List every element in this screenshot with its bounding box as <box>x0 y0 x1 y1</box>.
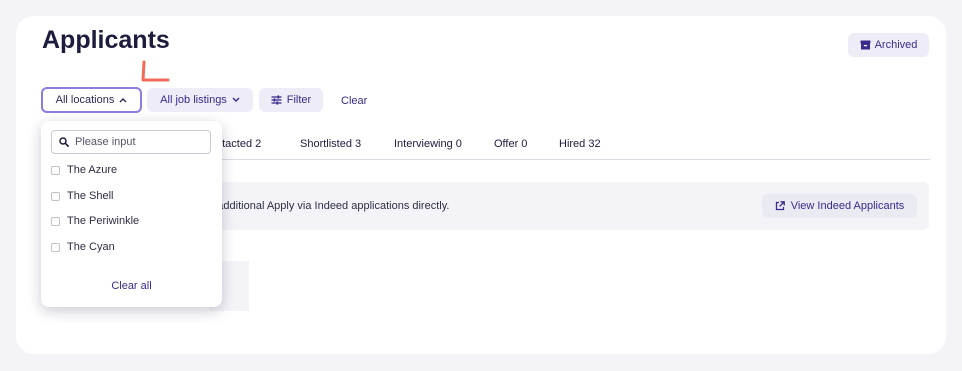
view-indeed-label: View Indeed Applicants <box>790 200 905 212</box>
location-search-input[interactable] <box>75 136 195 148</box>
location-search-box <box>51 130 211 154</box>
archived-label: Archived <box>874 39 918 51</box>
sliders-icon <box>271 95 282 105</box>
tab-interviewing[interactable]: Interviewing 0 <box>394 138 462 150</box>
archive-icon <box>860 40 871 50</box>
locations-dropdown-button[interactable]: All locations <box>41 87 142 113</box>
locations-dropdown-menu: The Azure The Shell The Periwinkle The C… <box>41 121 222 307</box>
search-icon <box>59 137 69 147</box>
tab-shortlisted[interactable]: Shortlisted 3 <box>300 138 361 150</box>
option-label: The Shell <box>67 190 114 202</box>
clear-all-link[interactable]: Clear all <box>41 280 222 292</box>
external-link-icon <box>775 201 785 211</box>
option-label: The Periwinkle <box>67 215 140 227</box>
location-option-azure[interactable]: The Azure <box>51 164 117 176</box>
location-option-periwinkle[interactable]: The Periwinkle <box>51 215 139 227</box>
job-listings-dropdown-button[interactable]: All job listings <box>147 88 253 112</box>
archived-button[interactable]: Archived <box>848 33 929 57</box>
checkbox[interactable] <box>51 216 60 226</box>
option-label: The Azure <box>67 164 118 176</box>
location-option-shell[interactable]: The Shell <box>51 190 113 202</box>
checkbox[interactable] <box>51 165 60 175</box>
locations-label: All locations <box>55 94 115 106</box>
page-title: Applicants <box>42 26 170 54</box>
chevron-down-icon <box>232 97 240 102</box>
annotation-mark <box>141 60 170 82</box>
checkbox[interactable] <box>51 191 60 201</box>
view-indeed-applicants-button[interactable]: View Indeed Applicants <box>762 194 917 218</box>
location-option-cyan[interactable]: The Cyan <box>51 241 115 253</box>
banner-text: ge additional Apply via Indeed applicati… <box>202 200 450 212</box>
chevron-up-icon <box>119 98 127 103</box>
option-label: The Cyan <box>67 241 115 253</box>
tab-contacted[interactable]: ntacted 2 <box>216 138 261 150</box>
clear-filters-link[interactable]: Clear <box>341 95 367 107</box>
job-listings-label: All job listings <box>160 94 227 106</box>
filter-button[interactable]: Filter <box>259 88 323 112</box>
checkbox[interactable] <box>51 242 60 252</box>
filter-label: Filter <box>286 94 312 106</box>
tab-hired[interactable]: Hired 32 <box>559 138 601 150</box>
tab-offer[interactable]: Offer 0 <box>494 138 527 150</box>
